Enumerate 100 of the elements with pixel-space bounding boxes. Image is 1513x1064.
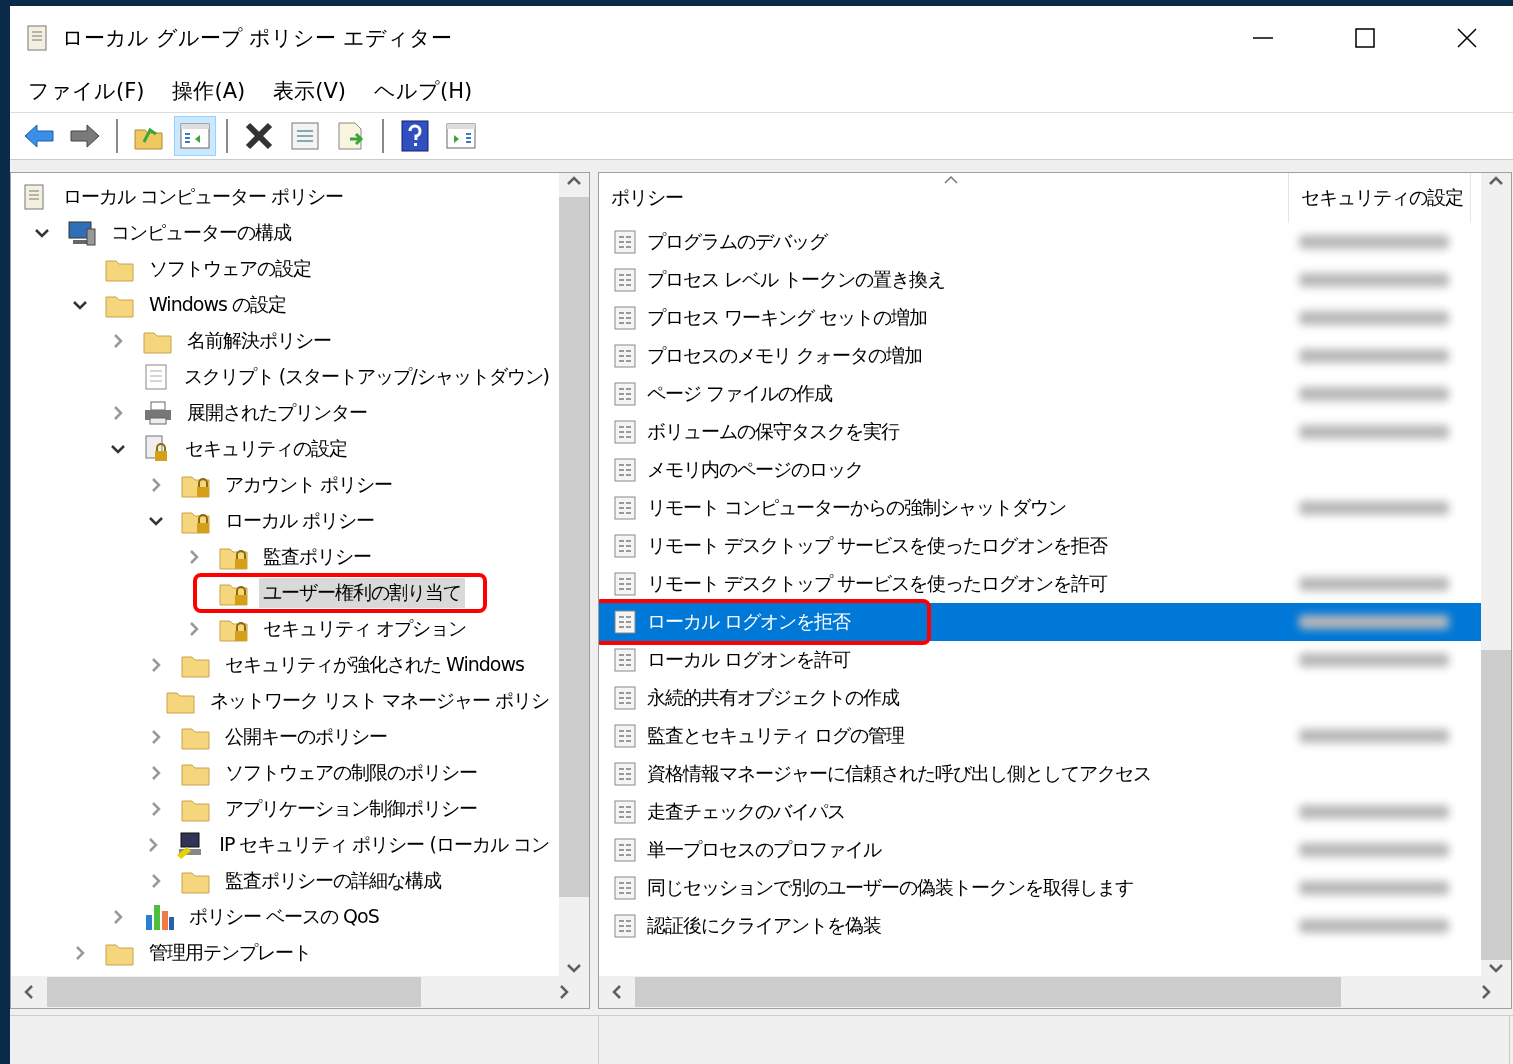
policy-name: 同じセッションで別のユーザーの偽装トークンを取得します: [647, 875, 1133, 900]
tree-item[interactable]: 展開されたプリンター: [183, 398, 371, 428]
list-row[interactable]: 資格情報マネージャーに信頼された呼び出し側としてアクセス: [599, 755, 1289, 793]
tree-item[interactable]: アカウント ポリシー: [221, 470, 397, 500]
policy-icon: [613, 267, 637, 293]
policy-icon: [613, 305, 637, 331]
policy-name: プログラムのデバッグ: [647, 229, 827, 254]
list-row[interactable]: プロセス レベル トークンの置き換え: [599, 261, 1289, 299]
tree-item[interactable]: 管理用テンプレート: [145, 938, 315, 968]
policy-name: ローカル ログオンを拒否: [647, 609, 851, 634]
list-row[interactable]: ローカル ログオンを拒否: [599, 603, 1289, 641]
delete-icon: [244, 121, 274, 151]
close-icon: [1456, 27, 1478, 49]
policy-name: リモート デスクトップ サービスを使ったログオンを拒否: [647, 533, 1108, 558]
column-header[interactable]: セキュリティの設定: [1289, 173, 1471, 223]
tree-item[interactable]: ローカル ポリシー: [221, 506, 379, 536]
policy-name: リモート コンピューターからの強制シャットダウン: [647, 495, 1067, 520]
policy-icon: [613, 875, 637, 901]
list-row[interactable]: ページ ファイルの作成: [599, 375, 1289, 413]
horizontal-scrollbar[interactable]: [11, 976, 589, 1008]
policy-icon: [613, 685, 637, 711]
computer-icon: [67, 219, 97, 247]
policy-name: 監査とセキュリティ ログの管理: [647, 723, 905, 748]
policy-icon: [613, 419, 637, 445]
list-row[interactable]: プログラムのデバッグ: [599, 223, 1289, 261]
horizontal-scrollbar[interactable]: [599, 976, 1511, 1008]
tree-item[interactable]: IP セキュリティ ポリシー (ローカル コン: [215, 830, 553, 860]
policy-icon: [613, 913, 637, 939]
maximize-icon: [1354, 27, 1376, 49]
list-row[interactable]: メモリ内のページのロック: [599, 451, 1289, 489]
tree-item[interactable]: セキュリティの設定: [181, 434, 351, 464]
policy-icon: [613, 799, 637, 825]
policy-icon: [613, 343, 637, 369]
policy-icon: [613, 571, 637, 597]
column-header[interactable]: ポリシー: [599, 173, 1289, 223]
tree-item[interactable]: コンピューターの構成: [107, 218, 295, 248]
list-row[interactable]: 同じセッションで別のユーザーの偽装トークンを取得します: [599, 869, 1289, 907]
tree-item[interactable]: 公開キーのポリシー: [221, 722, 391, 752]
list-row[interactable]: リモート コンピューターからの強制シャットダウン: [599, 489, 1289, 527]
properties-icon: [290, 121, 320, 151]
policy-icon: [613, 647, 637, 673]
list-row[interactable]: 監査とセキュリティ ログの管理: [599, 717, 1289, 755]
policy-icon: [613, 837, 637, 863]
tree-item[interactable]: 名前解決ポリシー: [183, 326, 335, 356]
policy-icon: [613, 381, 637, 407]
printer-icon: [143, 400, 173, 426]
policy-name: ローカル ログオンを許可: [647, 647, 851, 672]
policy-icon: [613, 495, 637, 521]
list-row[interactable]: リモート デスクトップ サービスを使ったログオンを許可: [599, 565, 1289, 603]
tree-item[interactable]: ユーザー権利の割り当て: [259, 578, 465, 608]
policy-icon: [613, 761, 637, 787]
export-list-icon: [336, 121, 366, 151]
menu-item[interactable]: 表示(V): [263, 77, 364, 105]
policy-name: リモート デスクトップ サービスを使ったログオンを許可: [647, 571, 1108, 596]
tree-item[interactable]: ソフトウェアの制限のポリシー: [221, 758, 481, 788]
tree-item[interactable]: スクリプト (スタートアップ/シャットダウン): [179, 362, 553, 392]
tree-item[interactable]: ネットワーク リスト マネージャー ポリシ: [205, 686, 553, 716]
vertical-scrollbar[interactable]: [1481, 173, 1511, 976]
forward-arrow-icon: [69, 123, 101, 149]
policy-name: プロセス レベル トークンの置き換え: [647, 267, 946, 292]
tree-item[interactable]: ポリシー ベースの QoS: [185, 902, 383, 932]
menu-item[interactable]: ファイル(F): [18, 77, 163, 105]
vertical-scrollbar[interactable]: [559, 173, 589, 976]
policy-icon: [613, 609, 637, 635]
tree-item[interactable]: 監査ポリシー: [259, 542, 375, 572]
tree-item[interactable]: セキュリティ オプション: [259, 614, 471, 644]
action-pane-icon: [446, 123, 476, 149]
help-icon: [401, 120, 429, 152]
tree-item[interactable]: 監査ポリシーの詳細な構成: [221, 866, 445, 896]
policy-icon: [613, 533, 637, 559]
tree-item[interactable]: Windows の設定: [145, 290, 290, 320]
policy-name: ボリュームの保守タスクを実行: [647, 419, 899, 444]
policy-icon: [613, 457, 637, 483]
policy-icon: [613, 723, 637, 749]
list-row[interactable]: 単一プロセスのプロファイル: [599, 831, 1289, 869]
list-row[interactable]: 走査チェックのバイパス: [599, 793, 1289, 831]
tree-item[interactable]: ローカル コンピューター ポリシー: [59, 182, 348, 212]
bar-chart-icon: [143, 903, 175, 931]
menu-item[interactable]: 操作(A): [162, 77, 264, 105]
policy-name: 単一プロセスのプロファイル: [647, 837, 881, 862]
window-title: ローカル グループ ポリシー エディター: [62, 25, 454, 52]
list-row[interactable]: 認証後にクライアントを偽装: [599, 907, 1289, 945]
list-row[interactable]: 永続的共有オブジェクトの作成: [599, 679, 1289, 717]
list-row[interactable]: ボリュームの保守タスクを実行: [599, 413, 1289, 451]
tree-pane-icon: [180, 123, 210, 149]
list-row[interactable]: プロセス ワーキング セットの増加: [599, 299, 1289, 337]
list-row[interactable]: リモート デスクトップ サービスを使ったログオンを拒否: [599, 527, 1289, 565]
tree-item[interactable]: ソフトウェアの設定: [145, 254, 315, 284]
policy-name: 認証後にクライアントを偽装: [647, 913, 881, 938]
list-row[interactable]: プロセスのメモリ クォータの増加: [599, 337, 1289, 375]
policy-name: 永続的共有オブジェクトの作成: [647, 685, 899, 710]
tree-item[interactable]: アプリケーション制御ポリシー: [221, 794, 481, 824]
policy-name: プロセス ワーキング セットの増加: [647, 305, 928, 330]
policy-name: ページ ファイルの作成: [647, 381, 833, 406]
policy-name: プロセスのメモリ クォータの増加: [647, 343, 923, 368]
back-arrow-icon: [23, 123, 55, 149]
menu-item[interactable]: ヘルプ(H): [364, 77, 491, 105]
tree-item[interactable]: セキュリティが強化された Windows: [221, 650, 528, 680]
policy-name: メモリ内のページのロック: [647, 457, 863, 482]
list-row[interactable]: ローカル ログオンを許可: [599, 641, 1289, 679]
